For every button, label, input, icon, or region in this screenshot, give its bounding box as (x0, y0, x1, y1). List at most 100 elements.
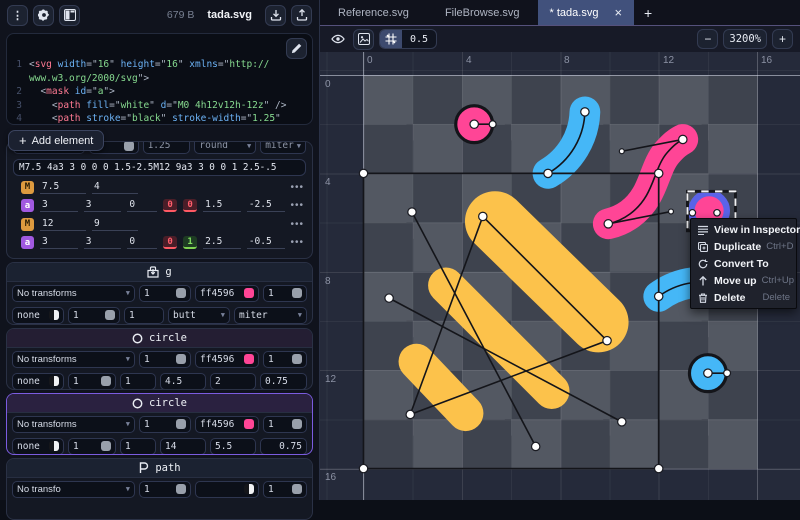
element-section-g[interactable]: g No transforms▼ 1 ff4596 1 none 1 1 but… (6, 262, 313, 325)
stroke-field[interactable]: none (12, 373, 64, 390)
row-more-button[interactable]: ••• (290, 219, 304, 230)
stroke-opacity-field[interactable]: 1 (68, 438, 116, 455)
stroke-width-field[interactable]: 1.25 (143, 141, 191, 154)
canvas-viewport[interactable]: 0 4 8 12 16 0 4 8 12 16 (320, 52, 800, 500)
command-arg[interactable]: 3 (84, 236, 122, 249)
element-section-circle[interactable]: circle No transforms▼ 1 ff4596 1 none 1 … (6, 328, 313, 390)
linejoin-select[interactable]: miter▼ (234, 307, 307, 324)
blue-swoosh-top[interactable] (548, 112, 585, 173)
path-command-row[interactable]: a 3 3 0 0 0 1.5 -2.5 ••• (7, 197, 312, 216)
menu-item-convert-to[interactable]: Convert To (691, 255, 796, 272)
command-arg[interactable]: -2.5 (247, 199, 285, 212)
command-arg[interactable]: 0 (127, 236, 157, 249)
menu-item-delete[interactable]: Delete Delete (691, 289, 796, 306)
r-field[interactable]: 0.75 (260, 373, 307, 390)
row-more-button[interactable]: ••• (291, 237, 305, 248)
edit-code-button[interactable] (286, 38, 307, 59)
path-command-row[interactable]: a 3 3 0 0 1 2.5 -0.5 ••• (7, 234, 312, 253)
tab-filebrowse-svg[interactable]: FileBrowse.svg (427, 0, 538, 25)
zoom-level-button[interactable]: 3200% (723, 29, 767, 49)
upload-button[interactable] (291, 5, 312, 26)
opacity-field[interactable]: 1 (139, 481, 191, 498)
transforms-select[interactable]: No transforms▼ (12, 351, 135, 368)
large-arc-flag[interactable]: 0 (163, 236, 177, 249)
code-editor[interactable]: 1<svg width="16" height="16" xmlns="http… (6, 33, 313, 125)
cx-field[interactable]: 14 (160, 438, 206, 455)
stroke-field[interactable]: none (12, 438, 64, 455)
linejoin-select[interactable]: miter▼ (260, 141, 306, 154)
transforms-select[interactable]: No transforms▼ (12, 416, 135, 433)
cone-shape[interactable] (416, 221, 598, 413)
fill-opacity-field[interactable]: 1 (263, 481, 307, 498)
zoom-in-button[interactable]: + (772, 29, 793, 49)
stroke-opacity-field[interactable]: 1 (68, 373, 116, 390)
large-arc-flag[interactable]: 0 (163, 199, 177, 212)
cx-field[interactable]: 4.5 (160, 373, 206, 390)
r-field[interactable]: 0.75 (260, 438, 307, 455)
menu-item-duplicate[interactable]: Duplicate Ctrl+D (691, 238, 796, 255)
command-arg[interactable]: 2.5 (203, 236, 241, 249)
command-arg[interactable]: 3 (84, 199, 122, 212)
grid-size-value[interactable]: 0.5 (402, 34, 436, 45)
transforms-select[interactable]: No transfo▼ (12, 481, 135, 498)
command-arg[interactable]: 9 (92, 218, 138, 231)
fill-color-field[interactable] (195, 481, 259, 498)
fill-opacity-field[interactable]: 1 (263, 285, 307, 302)
fill-opacity-field[interactable]: 1 (263, 416, 307, 433)
fill-color-swatch[interactable] (244, 419, 254, 429)
cy-field[interactable]: 2 (210, 373, 256, 390)
tab-reference-svg[interactable]: Reference.svg (320, 0, 427, 25)
cy-field[interactable]: 5.5 (210, 438, 256, 455)
transforms-select[interactable]: No transforms▼ (12, 285, 135, 302)
section-header-path[interactable]: path (7, 459, 312, 478)
linecap-select[interactable]: butt▼ (168, 307, 230, 324)
command-badge-a[interactable]: a (21, 199, 34, 212)
menu-item-view-in-inspector[interactable]: View in Inspector (691, 221, 796, 238)
stroke-width-field[interactable]: 1 (124, 307, 164, 324)
linecap-select[interactable]: round▼ (194, 141, 256, 154)
new-tab-button[interactable]: + (634, 0, 662, 25)
element-section-circle-selected[interactable]: circle No transforms▼ 1 ff4596 1 none 1 … (6, 393, 313, 455)
stroke-width-field[interactable]: 1 (120, 373, 156, 390)
command-badge-a[interactable]: a (21, 236, 34, 249)
section-header-circle[interactable]: circle (7, 394, 312, 413)
path-d-input[interactable]: M7.5 4a3 3 0 0 0 1.5-2.5M12 9a3 3 0 0 1 … (13, 159, 306, 176)
fill-color-swatch[interactable] (244, 288, 254, 298)
command-arg[interactable]: 12 (40, 218, 86, 231)
tab-tada-svg-active[interactable]: * tada.svg × (538, 0, 635, 25)
sweep-flag[interactable]: 1 (183, 236, 197, 249)
fill-opacity-field[interactable]: 1 (263, 351, 307, 368)
fill-color-field[interactable]: ff4596 (195, 351, 259, 368)
download-button[interactable] (265, 5, 286, 26)
add-element-button[interactable]: + Add element (8, 130, 104, 151)
path-command-row[interactable]: M 12 9 ••• (7, 215, 312, 234)
sweep-flag[interactable]: 0 (183, 199, 197, 212)
layout-button[interactable] (59, 5, 80, 26)
section-header-circle[interactable]: circle (7, 329, 312, 348)
fill-color-field[interactable]: ff4596 (195, 285, 259, 302)
row-more-button[interactable]: ••• (291, 200, 305, 211)
command-arg[interactable]: 3 (40, 236, 78, 249)
settings-button[interactable] (33, 5, 54, 26)
command-arg[interactable]: 7.5 (40, 181, 86, 194)
section-header-g[interactable]: g (7, 263, 312, 282)
element-section-path[interactable]: path No transfo▼ 1 1 (6, 458, 313, 520)
path-command-row[interactable]: M 7.5 4 ••• (7, 178, 312, 197)
command-arg[interactable]: 0 (127, 199, 157, 212)
image-overlay-button[interactable] (353, 29, 374, 50)
zoom-out-button[interactable]: − (697, 29, 718, 49)
grid-snap-button[interactable] (380, 30, 402, 48)
menu-item-move-up[interactable]: Move up Ctrl+Up (691, 272, 796, 289)
stroke-field[interactable]: none (12, 307, 64, 324)
command-badge-M[interactable]: M (21, 218, 34, 231)
fill-color-swatch[interactable] (244, 354, 254, 364)
stroke-width-field[interactable]: 1 (120, 438, 156, 455)
menu-button[interactable]: ⋮ (7, 5, 28, 26)
opacity-field[interactable]: 1 (139, 285, 191, 302)
command-arg[interactable]: 4 (92, 181, 138, 194)
visibility-button[interactable] (327, 29, 348, 50)
opacity-field[interactable]: 1 (139, 351, 191, 368)
opacity-field[interactable]: 1 (139, 416, 191, 433)
command-badge-M[interactable]: M (21, 181, 34, 194)
stroke-opacity-field[interactable]: 1 (68, 307, 120, 324)
